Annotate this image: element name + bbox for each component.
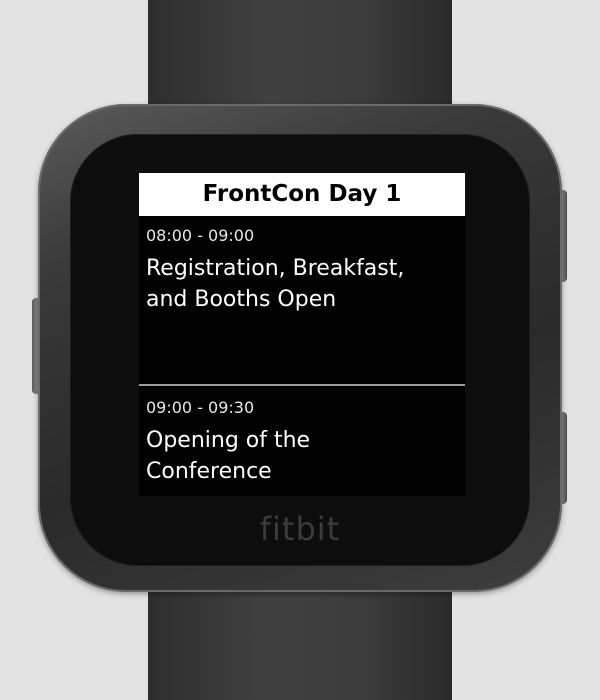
watch-band-top <box>148 0 452 112</box>
event-time: 08:00 - 09:00 <box>146 226 255 245</box>
event-time: 09:00 - 09:30 <box>146 398 255 417</box>
event-name: Opening of the Conference <box>146 425 458 487</box>
event-name-line: Conference <box>146 459 272 484</box>
schedule-title: FrontCon Day 1 <box>139 173 465 216</box>
schedule-item[interactable]: 08:00 - 09:00 Registration, Breakfast, a… <box>139 216 465 386</box>
watch-screen: FrontCon Day 1 08:00 - 09:00 Registratio… <box>139 173 465 496</box>
schedule-item[interactable]: 09:00 - 09:30 Opening of the Conference <box>139 386 465 494</box>
brand-logo: fitbit <box>259 510 341 548</box>
event-name: Registration, Breakfast, and Booths Open <box>146 253 458 315</box>
event-name-line: and Booths Open <box>146 287 337 312</box>
watch-band-bottom <box>148 585 452 700</box>
event-name-line: Registration, Breakfast, <box>146 256 405 281</box>
event-name-line: Opening of the <box>146 428 311 453</box>
